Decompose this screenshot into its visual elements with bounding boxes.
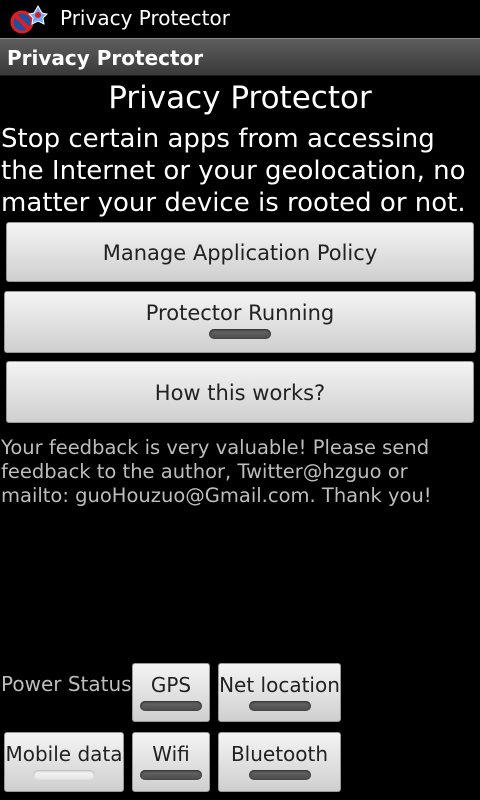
page-title: Privacy Protector bbox=[108, 80, 372, 116]
privacy-protector-icon bbox=[8, 4, 49, 36]
how-this-works-button[interactable]: How this works? bbox=[6, 361, 474, 423]
how-button-label: How this works? bbox=[154, 381, 326, 405]
protector-running-label: Protector Running bbox=[145, 301, 335, 325]
protector-running-indicator bbox=[209, 329, 271, 339]
action-bar: Privacy Protector bbox=[0, 38, 480, 76]
gps-indicator bbox=[140, 701, 202, 711]
manage-application-policy-button[interactable]: Manage Application Policy bbox=[6, 222, 474, 282]
bluetooth-indicator bbox=[248, 770, 311, 780]
wifi-toggle-label: Wifi bbox=[152, 742, 190, 766]
manage-button-label: Manage Application Policy bbox=[102, 241, 378, 265]
window-title-bar: Privacy Protector bbox=[0, 0, 480, 38]
bluetooth-toggle[interactable]: Bluetooth bbox=[218, 732, 341, 792]
feedback-text: Your feedback is very valuable! Please s… bbox=[1, 436, 432, 507]
gps-toggle-label: GPS bbox=[150, 673, 192, 697]
app-description: Stop certain apps from accessing the Int… bbox=[1, 124, 466, 218]
gps-toggle[interactable]: GPS bbox=[132, 663, 210, 722]
wifi-toggle[interactable]: Wifi bbox=[132, 732, 210, 792]
net-location-toggle-label: Net location bbox=[219, 673, 340, 697]
mobile-data-indicator bbox=[33, 770, 95, 780]
power-status-label: Power Status bbox=[1, 672, 132, 696]
net-location-indicator bbox=[248, 701, 311, 711]
mobile-data-toggle-label: Mobile data bbox=[5, 742, 123, 766]
mobile-data-toggle[interactable]: Mobile data bbox=[4, 732, 124, 792]
action-bar-title: Privacy Protector bbox=[7, 46, 204, 70]
net-location-toggle[interactable]: Net location bbox=[218, 663, 341, 722]
bluetooth-toggle-label: Bluetooth bbox=[230, 742, 329, 766]
wifi-indicator bbox=[140, 770, 202, 780]
window-title: Privacy Protector bbox=[60, 6, 230, 30]
protector-running-toggle[interactable]: Protector Running bbox=[4, 291, 476, 353]
